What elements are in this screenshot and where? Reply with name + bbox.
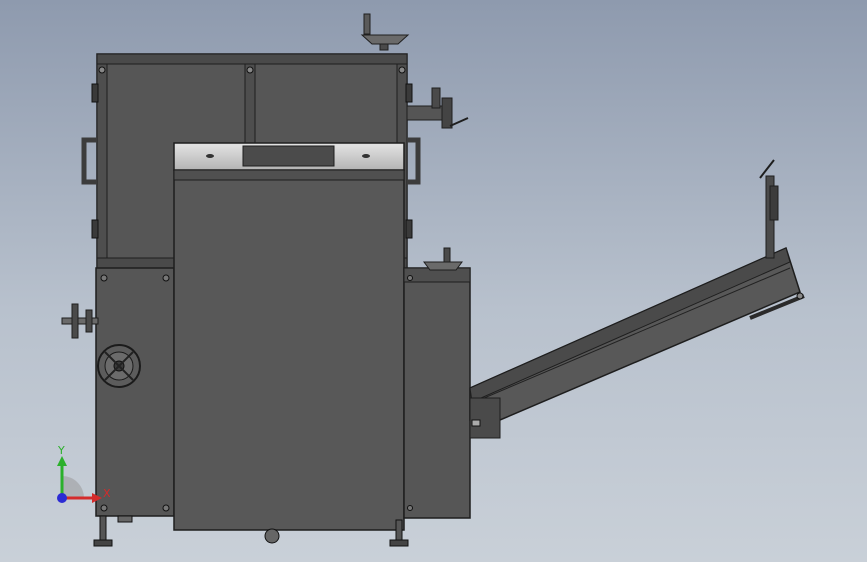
panel-fastener-left [206,154,214,158]
y-axis-label: Y [57,444,65,457]
panel-fastener-right [362,154,370,158]
cad-viewport[interactable]: Y X [0,0,867,562]
y-axis-arrowhead [57,456,67,466]
right-cabinet [403,267,471,519]
z-axis-point [57,493,67,503]
hood-handle-right [407,137,421,185]
x-axis-label: X [103,487,111,500]
right-top-handwheel [423,247,463,271]
side-shaft [61,303,99,339]
machine-model[interactable]: Y X [0,0,867,562]
main-cabinet [173,142,405,531]
side-handwheel [97,344,141,388]
conveyor-sensor-post [759,159,779,259]
conveyor [469,246,805,439]
conveyor-drive-box [469,397,501,439]
top-handwheel [360,13,410,51]
left-cabinet [95,267,175,517]
display-screen [242,145,335,167]
sensor-bracket [406,87,469,129]
hood-handle-left [81,137,97,185]
